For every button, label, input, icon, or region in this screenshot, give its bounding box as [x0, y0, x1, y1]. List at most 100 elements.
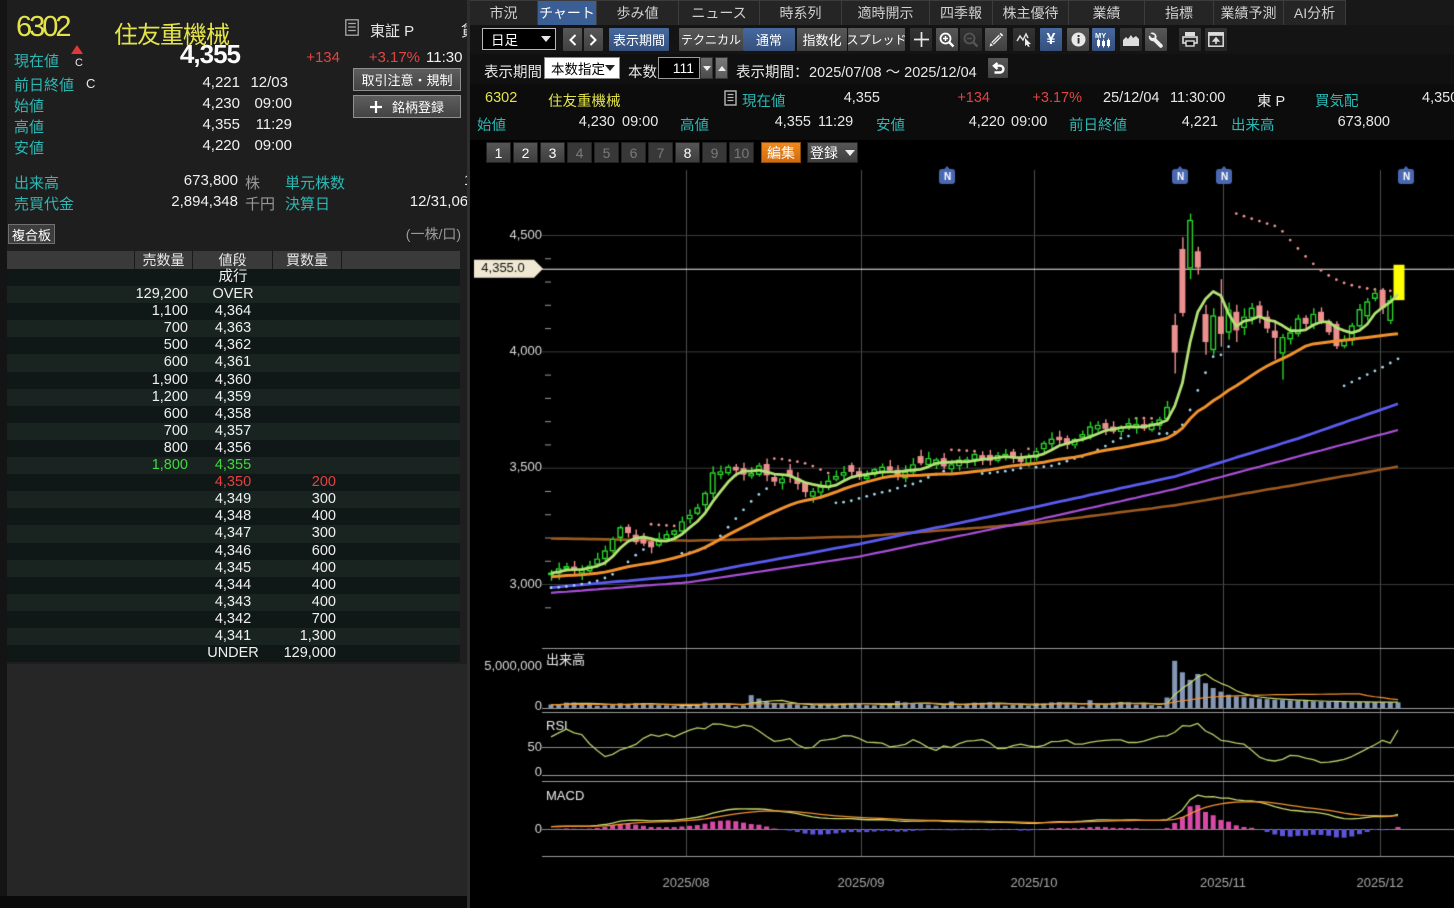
spread-mode-button[interactable]: スプレッド	[848, 28, 905, 51]
order-book-row[interactable]: 4,343 400	[7, 594, 460, 611]
order-book-row[interactable]: 129,200 OVER	[7, 286, 460, 303]
order-book-row[interactable]: 成行	[7, 269, 460, 286]
register-chart-button[interactable]: 登録	[807, 142, 858, 163]
draw-button[interactable]	[985, 28, 1007, 51]
tab[interactable]: AI分析	[1284, 0, 1346, 25]
tab[interactable]: 時系列	[760, 0, 842, 25]
count-down-spinner[interactable]	[700, 57, 713, 79]
info-button[interactable]	[1067, 28, 1089, 51]
order-book-row[interactable]: 4,346 600	[7, 543, 460, 560]
my-chart-button[interactable]: MY	[1092, 28, 1115, 51]
info-name: 住友重機械	[548, 90, 621, 111]
chart-preset-button[interactable]: 4	[567, 142, 592, 163]
reset-period-button[interactable]	[988, 58, 1008, 78]
order-book-row[interactable]: 4,344 400	[7, 577, 460, 594]
popout-button[interactable]	[1205, 28, 1227, 51]
chart-preset-button[interactable]: 9	[702, 142, 727, 163]
board-unit-note: (一株/口)	[406, 224, 461, 244]
order-book-row[interactable]: 800 4,356	[7, 440, 460, 457]
yen-scale-button[interactable]: ¥	[1040, 28, 1062, 51]
add-chart-button[interactable]	[910, 28, 932, 51]
bar-count-input[interactable]: 111	[658, 57, 700, 79]
edit-presets-button[interactable]: 編集	[761, 142, 801, 163]
zoom-in-icon	[939, 32, 955, 48]
chart-preset-button[interactable]: 8	[675, 142, 700, 163]
order-book-row[interactable]: 4,342 700	[7, 611, 460, 628]
my-chart-icon: MY	[1095, 31, 1112, 48]
info-code: 6302	[485, 90, 517, 106]
info-high-time: 11:29	[818, 114, 853, 130]
next-button[interactable]	[584, 28, 603, 51]
open-time: 09:00	[248, 95, 292, 112]
order-book-row[interactable]: 4,348 400	[7, 508, 460, 525]
tab[interactable]: 四季報	[930, 0, 993, 25]
tab[interactable]: 業績	[1069, 0, 1145, 25]
sell-quantity: 500	[7, 337, 193, 354]
area-chart-button[interactable]	[1120, 28, 1142, 51]
chart-preset-button[interactable]: 1	[486, 142, 511, 163]
add-watchlist-button[interactable]: 銘柄登録	[353, 95, 461, 118]
price-change-pct: +3.17%	[330, 49, 420, 66]
print-button[interactable]	[1179, 28, 1201, 51]
chart-preset-button[interactable]: 2	[513, 142, 538, 163]
order-book-row[interactable]: 4,345 400	[7, 560, 460, 577]
normal-mode-button[interactable]: 通常	[743, 28, 795, 51]
order-book-row[interactable]: 1,800 4,355	[7, 457, 460, 474]
info-high-label: 高値	[680, 114, 709, 135]
technical-button[interactable]: テクニカル	[679, 28, 743, 51]
interval-select[interactable]: 日足	[482, 28, 556, 50]
sell-quantity: 1,100	[7, 303, 193, 320]
stock-code: 6302	[16, 11, 69, 44]
info-price: 4,355	[800, 90, 880, 106]
tab[interactable]: 株主優待	[993, 0, 1069, 25]
trendline-button[interactable]	[1013, 28, 1035, 51]
indexed-mode-button[interactable]: 指数化	[797, 28, 847, 51]
count-up-spinner[interactable]	[715, 57, 728, 79]
order-book-row[interactable]: 4,350 200	[7, 474, 460, 491]
buy-quantity: 300	[273, 491, 342, 508]
settings-button[interactable]	[1145, 28, 1167, 51]
tab[interactable]: 業績予測	[1214, 0, 1284, 25]
chart-preset-button[interactable]: 7	[648, 142, 673, 163]
tab[interactable]: ニュース	[679, 0, 760, 25]
info-open: 4,230	[530, 114, 615, 130]
chart-preset-button[interactable]: 3	[540, 142, 565, 163]
order-book-row[interactable]: 600 4,358	[7, 406, 460, 423]
chart-preset-button[interactable]: 5	[594, 142, 619, 163]
tab[interactable]: 歩み値	[597, 0, 679, 25]
tab[interactable]: 市況	[470, 0, 538, 25]
order-book-row[interactable]: 4,349 300	[7, 491, 460, 508]
prev-close-label: 前日終値	[14, 74, 74, 95]
order-book-row[interactable]: 700 4,357	[7, 423, 460, 440]
sell-quantity: 700	[7, 320, 193, 337]
order-book-row[interactable]: 4,347 300	[7, 525, 460, 542]
buy-quantity: 400	[273, 577, 342, 594]
zoom-in-button[interactable]	[936, 28, 958, 51]
order-book-row[interactable]: 1,100 4,364	[7, 303, 460, 320]
info-change: +134	[925, 90, 990, 106]
order-book-row[interactable]: 700 4,363	[7, 320, 460, 337]
order-book-row[interactable]: 500 4,362	[7, 337, 460, 354]
trade-caution-button[interactable]: 取引注意・規制	[353, 68, 461, 91]
display-period-button[interactable]: 表示期間	[609, 28, 669, 51]
tab[interactable]: チャート	[538, 0, 597, 25]
unit-shares-value: 100	[379, 172, 467, 189]
buy-quantity: 129,000	[273, 645, 342, 662]
prev-button[interactable]	[563, 28, 582, 51]
zoom-out-button[interactable]	[960, 28, 982, 51]
tab[interactable]: 適時開示	[842, 0, 930, 25]
order-book-row[interactable]: UNDER 129,000	[7, 645, 460, 662]
price-chart[interactable]	[470, 166, 1454, 908]
order-book-row[interactable]: 1,900 4,360	[7, 372, 460, 389]
order-book-row[interactable]: 4,341 1,300	[7, 628, 460, 645]
period-mode-select[interactable]: 本数指定	[544, 57, 620, 79]
order-book-row[interactable]: 600 4,361	[7, 354, 460, 371]
composite-board-button[interactable]: 複合板	[8, 224, 55, 244]
chart-preset-button[interactable]: 6	[621, 142, 646, 163]
tab[interactable]: 指標	[1145, 0, 1214, 25]
chart-preset-button[interactable]: 10	[729, 142, 754, 163]
range-label: 表示期間：	[736, 61, 809, 82]
price-change: +134	[240, 49, 340, 66]
buy-quantity: 600	[273, 543, 342, 560]
order-book-row[interactable]: 1,200 4,359	[7, 389, 460, 406]
